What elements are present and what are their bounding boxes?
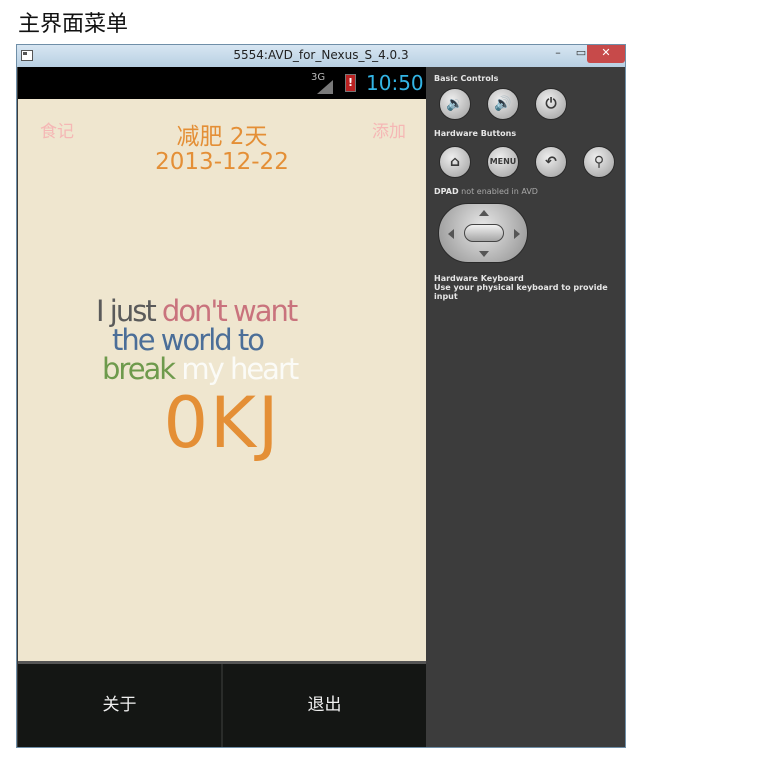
dpad-label-note: not enabled in AVD xyxy=(458,187,538,196)
quote-line-3: break my heart xyxy=(102,352,299,386)
phone-screen: 3G ! 10:50 食记 减肥 2天 添加 2013-12-22 I just… xyxy=(18,67,426,747)
menu-button[interactable]: MENU xyxy=(487,146,519,178)
close-button[interactable]: ✕ xyxy=(587,45,625,63)
minimize-button[interactable]: – xyxy=(547,45,569,63)
home-icon[interactable]: ⌂ xyxy=(439,146,471,178)
about-button[interactable]: 关于 xyxy=(18,664,221,747)
dpad-label-main: DPAD xyxy=(434,187,459,196)
basic-controls-label: Basic Controls xyxy=(434,74,499,83)
dpad-up-icon[interactable] xyxy=(479,210,489,216)
status-bar: 3G ! 10:50 xyxy=(18,67,426,99)
bottom-menu-bar: 关于 退出 xyxy=(18,661,426,747)
dpad-control[interactable] xyxy=(438,203,528,263)
energy-total: 0KJ xyxy=(163,382,281,464)
battery-alert-icon: ! xyxy=(345,74,356,92)
window-title: 5554:AVD_for_Nexus_S_4.0.3 xyxy=(233,48,409,62)
dpad-center-button[interactable] xyxy=(464,224,504,242)
hardware-keyboard-hint: Use your physical keyboard to provide in… xyxy=(434,283,608,301)
back-icon[interactable]: ↶ xyxy=(535,146,567,178)
status-clock: 10:50 xyxy=(366,71,424,95)
window-titlebar[interactable]: 5554:AVD_for_Nexus_S_4.0.3 – ▭ ✕ xyxy=(17,45,625,67)
volume-up-icon[interactable]: 🔊 xyxy=(487,88,519,120)
emulator-window: 5554:AVD_for_Nexus_S_4.0.3 – ▭ ✕ 3G ! 10… xyxy=(16,44,626,748)
add-button[interactable]: 添加 xyxy=(372,117,406,142)
quote-line-2: the world to xyxy=(112,323,265,357)
dpad-down-icon[interactable] xyxy=(479,251,489,257)
power-icon[interactable]: ⏻ xyxy=(535,88,567,120)
search-icon[interactable]: ⚲ xyxy=(583,146,615,178)
diet-day-title: 减肥 2天 xyxy=(176,124,268,150)
dpad-left-icon[interactable] xyxy=(448,229,454,239)
quote-line-1: I just don't want xyxy=(96,297,298,326)
quote-line-3a: break xyxy=(102,352,182,386)
emulator-controls-panel: Basic Controls 🔉 🔊 ⏻ Hardware Buttons ⌂ … xyxy=(427,67,625,747)
hardware-keyboard-label: Hardware Keyboard xyxy=(434,274,524,283)
signal-icon xyxy=(317,80,333,94)
exit-button[interactable]: 退出 xyxy=(223,664,426,747)
document-heading: 主界面菜单 xyxy=(18,12,129,37)
quote-line-3b: my heart xyxy=(181,352,299,386)
hardware-buttons-label: Hardware Buttons xyxy=(434,129,517,138)
current-date: 2013-12-22 xyxy=(155,149,289,175)
dpad-label: DPAD not enabled in AVD xyxy=(434,187,538,196)
volume-down-icon[interactable]: 🔉 xyxy=(439,88,471,120)
dpad-right-icon[interactable] xyxy=(514,229,520,239)
